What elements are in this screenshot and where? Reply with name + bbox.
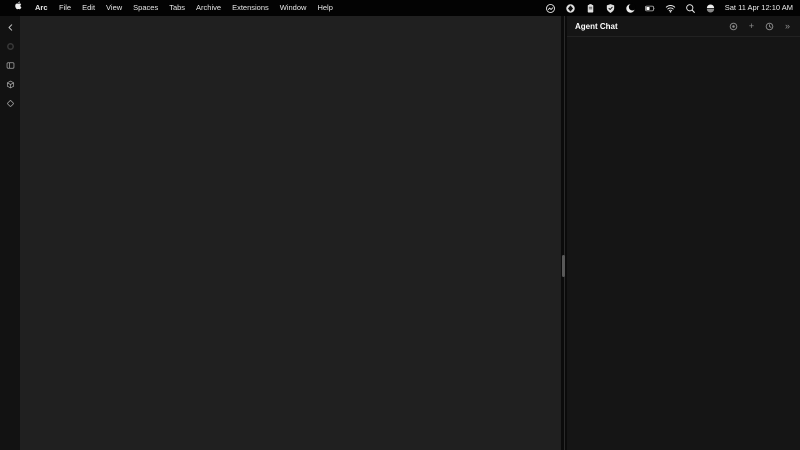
menu-edit[interactable]: Edit [77,0,101,16]
divider-drag-handle[interactable] [562,255,565,277]
menu-file[interactable]: File [54,0,77,16]
menu-spaces[interactable]: Spaces [128,0,164,16]
menu-bar-status-area: Sat 11 Apr 12:10 AM [545,0,800,16]
back-arrow-icon[interactable] [6,23,15,32]
battery-icon[interactable] [645,3,656,14]
sidebar-toggle-icon[interactable] [6,61,15,70]
history-clock-icon[interactable] [765,22,774,31]
clipboard-icon[interactable] [585,3,596,14]
menu-tabs[interactable]: Tabs [164,0,191,16]
menu-extensions[interactable]: Extensions [227,0,275,16]
mini-sidebar [0,16,20,450]
divider-line [564,16,565,450]
menu-help[interactable]: Help [312,0,338,16]
spotlight-search-icon[interactable] [685,3,696,14]
moon-icon[interactable] [625,3,636,14]
agent-chat-title: Agent Chat [575,22,618,31]
target-icon[interactable] [729,22,738,31]
menu-bar: Arc File Edit View Spaces Tabs Archive E… [0,0,800,16]
arc-browser-window: Agent Chat + » [0,16,800,450]
diamond-icon[interactable] [6,99,15,108]
badge-icon[interactable] [565,3,576,14]
browser-viewport[interactable] [20,16,561,450]
control-center-icon[interactable] [705,3,716,14]
apple-logo-icon [14,0,23,16]
agent-chat-panel: Agent Chat + » [567,16,800,450]
launcher-icon[interactable] [545,3,556,14]
app-menu-arc[interactable]: Arc [29,0,54,16]
agent-chat-header-icons: + » [729,22,792,31]
apple-menu[interactable] [8,0,29,16]
menu-bar-clock[interactable]: Sat 11 Apr 12:10 AM [725,0,793,16]
agent-chat-header: Agent Chat + » [567,16,800,37]
menu-bar-left: Arc File Edit View Spaces Tabs Archive E… [0,0,338,16]
menu-window[interactable]: Window [274,0,312,16]
wifi-icon[interactable] [665,3,676,14]
shield-icon[interactable] [605,3,616,14]
forward-arrow-icon[interactable] [6,42,15,51]
agent-chat-body[interactable] [567,37,800,449]
menu-archive[interactable]: Archive [191,0,227,16]
collapse-panel-icon[interactable]: » [783,22,792,31]
new-chat-plus-icon[interactable]: + [747,22,756,31]
menu-view[interactable]: View [101,0,128,16]
cube-icon[interactable] [6,80,15,89]
